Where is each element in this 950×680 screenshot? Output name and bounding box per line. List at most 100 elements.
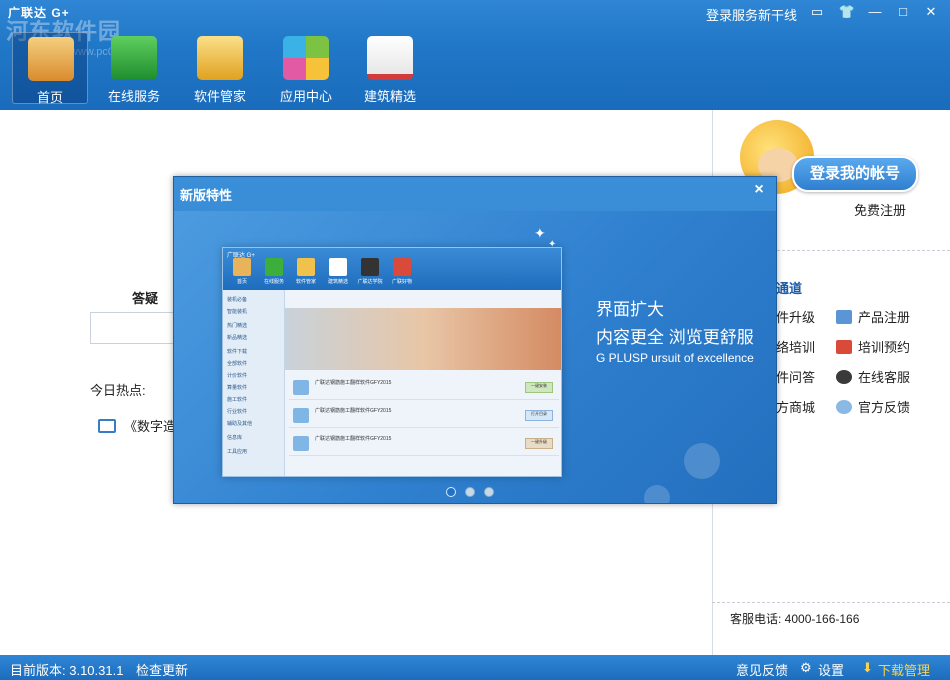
nav-architecture-selection[interactable]: 建筑精选	[352, 32, 428, 104]
nav-label: 首页	[36, 90, 63, 105]
feedback-link[interactable]: 意见反馈	[736, 660, 788, 679]
free-register-link[interactable]: 免费注册	[854, 200, 906, 219]
channel-link-label: 官方反馈	[858, 400, 911, 415]
nav-software-manager[interactable]: 软件管家	[182, 32, 258, 104]
software-box-icon	[297, 258, 315, 276]
preview-side-item: 装机必备	[227, 297, 248, 303]
dialog-title: 新版特性	[180, 188, 233, 203]
software-icon	[293, 408, 309, 423]
nav-online-service[interactable]: 在线服务	[96, 32, 172, 104]
preview-side-item: 工具应用	[227, 449, 248, 455]
new-features-dialog: 新版特性 × ✦ ✦ 广联达 G+ 首页 在线服务 软件管家 建筑精选 广联达学…	[173, 176, 777, 504]
hot-topics-label: 今日热点:	[90, 383, 146, 398]
people-icon	[111, 36, 157, 80]
channel-link-label: 方商城	[776, 400, 816, 415]
channel-link-online-service[interactable]: 在线客服	[836, 367, 910, 386]
feature-line-3: G PLUSP ursuit of excellence	[596, 351, 754, 365]
channel-link-training-booking[interactable]: 培训预约	[836, 337, 910, 356]
channel-link-label: 在线客服	[858, 370, 911, 385]
feature-slide: ✦ ✦ 广联达 G+ 首页 在线服务 软件管家 建筑精选 广联达学院 广联好物 …	[174, 211, 776, 503]
preview-row-button: 打开目录	[525, 410, 553, 421]
graduation-cap-icon	[361, 258, 379, 276]
channel-link-training[interactable]: 络培训	[776, 337, 815, 356]
login-account-button[interactable]: 登录我的帐号	[792, 156, 918, 192]
nav-label: 建筑精选	[363, 89, 416, 104]
preview-side-item: 辅助及其他	[227, 421, 253, 427]
channel-link-label: 产品注册	[858, 310, 911, 325]
person-icon	[836, 369, 852, 384]
preview-side-item: 算量软件	[227, 385, 248, 391]
close-icon[interactable]: ✕	[920, 3, 942, 21]
shirt-icon[interactable]: 👕	[836, 3, 858, 21]
slide-dot-3[interactable]	[484, 487, 494, 497]
slide-dot-1[interactable]	[446, 487, 456, 497]
nav-app-center[interactable]: 应用中心	[268, 32, 344, 104]
preview-row-text: 广联达钢筋施工翻样软件GFY2015	[315, 436, 392, 442]
preview-side-item: 计价软件	[227, 373, 248, 379]
channel-link-feedback[interactable]: 官方反馈	[836, 397, 910, 416]
download-manager-link[interactable]: 下载管理	[878, 660, 930, 679]
decor-bubble	[684, 443, 720, 479]
preview-nav-label: 首页	[236, 279, 247, 285]
preview-side-item: 新品精选	[227, 335, 248, 341]
channel-link-qa[interactable]: 件问答	[776, 367, 815, 386]
gift-icon	[393, 258, 411, 276]
nav-home[interactable]: 首页	[12, 32, 88, 105]
channel-link-label: 培训预约	[858, 340, 911, 355]
settings-link[interactable]: 设置	[818, 660, 844, 679]
software-box-icon	[197, 36, 243, 80]
software-icon	[293, 436, 309, 451]
divider	[712, 602, 950, 603]
message-icon[interactable]: ▭	[806, 3, 828, 21]
preview-row-button: 一键升级	[525, 438, 553, 449]
download-arrow-icon[interactable]: ⬇	[862, 660, 873, 676]
feature-line-1: 界面扩大	[596, 300, 664, 319]
preview-row-button: 一键安装	[525, 382, 553, 393]
channel-link-label: 络培训	[776, 340, 816, 355]
channel-link-label: 件升级	[776, 310, 816, 325]
home-icon	[28, 37, 74, 81]
preview-side-item: 热门精选	[227, 323, 248, 329]
feature-line-2: 内容更全 浏览更舒服	[596, 328, 754, 347]
nav-label: 软件管家	[193, 89, 246, 104]
preview-nav-label: 在线服务	[263, 279, 284, 285]
preview-banner	[285, 308, 561, 370]
monitor-icon	[98, 418, 116, 433]
preview-row: 广联达钢筋施工翻样软件GFY2015 打开目录	[289, 404, 559, 428]
channel-link-upgrade[interactable]: 件升级	[776, 307, 815, 326]
preview-side-item: 信息库	[227, 435, 243, 441]
top-toolbar: 广联达 G+ 河东软件园 www.pc0359.cn 登录服务新干线 ▭ 👕 —…	[0, 0, 950, 110]
preview-row: 广联达钢筋施工翻样软件GFY2015 一键升级	[289, 432, 559, 456]
home-icon	[233, 258, 251, 276]
people-icon	[265, 258, 283, 276]
feedback-icon	[836, 399, 852, 414]
preview-screenshot: 广联达 G+ 首页 在线服务 软件管家 建筑精选 广联达学院 广联好物 装机必备…	[222, 247, 562, 477]
status-bar: 目前版本: 3.10.31.1 检查更新 意见反馈 ⚙ 设置 ⬇ 下载管理	[0, 655, 950, 680]
version-text: 目前版本: 3.10.31.1	[10, 663, 124, 678]
preview-side-item: 软件下载	[227, 349, 248, 355]
calendar-icon	[836, 339, 852, 354]
preview-nav-label: 广联达学院	[357, 279, 383, 285]
minimize-icon[interactable]: —	[864, 3, 886, 21]
nav-label: 应用中心	[279, 89, 332, 104]
login-service-link[interactable]: 登录服务新干线	[706, 5, 797, 24]
slide-dot-2[interactable]	[465, 487, 475, 497]
book-icon	[329, 258, 347, 276]
preview-row-text: 广联达钢筋施工翻样软件GFY2015	[315, 408, 392, 414]
software-icon	[293, 380, 309, 395]
nav-label: 在线服务	[107, 89, 160, 104]
preview-side-item: 行业软件	[227, 409, 248, 415]
channel-link-store[interactable]: 方商城	[776, 397, 815, 416]
check-update-link[interactable]: 检查更新	[136, 660, 188, 679]
book-icon	[367, 36, 413, 80]
maximize-icon[interactable]: □	[892, 3, 914, 21]
channel-link-product-register[interactable]: 产品注册	[836, 307, 910, 326]
service-hotline: 客服电话: 4000-166-166	[730, 612, 860, 626]
preview-row-text: 广联达钢筋施工翻样软件GFY2015	[315, 380, 392, 386]
close-icon[interactable]: ×	[746, 179, 772, 201]
preview-side-item: 施工软件	[227, 397, 248, 403]
preview-toolbar: 广联达 G+ 首页 在线服务 软件管家 建筑精选 广联达学院 广联好物	[223, 248, 561, 290]
preview-side-item: 智能装机	[227, 309, 248, 315]
gear-icon[interactable]: ⚙	[800, 660, 812, 676]
preview-row: 广联达钢筋施工翻样软件GFY2015 一键安装	[289, 376, 559, 400]
